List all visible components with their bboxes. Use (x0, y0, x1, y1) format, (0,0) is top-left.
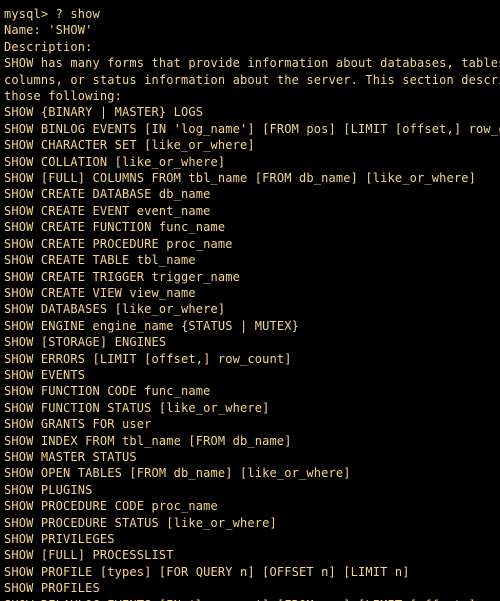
command-line-4: SHOW [FULL] COLUMNS FROM tbl_name [FROM … (4, 170, 496, 186)
terminal-output: mysql> ? showName: 'SHOW'Description:SHO… (0, 0, 500, 601)
command-line-14: SHOW [STORAGE] ENGINES (4, 334, 496, 350)
description-header: Description: (4, 39, 496, 55)
name-line: Name: 'SHOW' (4, 22, 496, 38)
command-line-2: SHOW CHARACTER SET [like_or_where] (4, 137, 496, 153)
command-line-8: SHOW CREATE PROCEDURE proc_name (4, 236, 496, 252)
description-line-0: SHOW has many forms that provide informa… (4, 55, 496, 71)
command-line-13: SHOW ENGINE engine_name {STATUS | MUTEX} (4, 318, 496, 334)
prompt-line: mysql> ? show (4, 6, 496, 22)
description-line-2: those following: (4, 88, 496, 104)
command-line-0: SHOW {BINARY | MASTER} LOGS (4, 104, 496, 120)
command-line-15: SHOW ERRORS [LIMIT [offset,] row_count] (4, 351, 496, 367)
command-line-9: SHOW CREATE TABLE tbl_name (4, 252, 496, 268)
command-line-1: SHOW BINLOG EVENTS [IN 'log_name'] [FROM… (4, 121, 496, 137)
command-line-23: SHOW PLUGINS (4, 482, 496, 498)
command-line-3: SHOW COLLATION [like_or_where] (4, 154, 496, 170)
command-line-17: SHOW FUNCTION CODE func_name (4, 383, 496, 399)
command-line-12: SHOW DATABASES [like_or_where] (4, 301, 496, 317)
command-line-7: SHOW CREATE FUNCTION func_name (4, 219, 496, 235)
command-line-11: SHOW CREATE VIEW view_name (4, 285, 496, 301)
command-line-30: SHOW RELAYLOG EVENTS [IN 'log_name'] [FR… (4, 597, 496, 601)
command-line-24: SHOW PROCEDURE CODE proc_name (4, 498, 496, 514)
command-line-22: SHOW OPEN TABLES [FROM db_name] [like_or… (4, 465, 496, 481)
command-line-29: SHOW PROFILES (4, 580, 496, 596)
command-line-6: SHOW CREATE EVENT event_name (4, 203, 496, 219)
command-line-28: SHOW PROFILE [types] [FOR QUERY n] [OFFS… (4, 564, 496, 580)
command-line-26: SHOW PRIVILEGES (4, 531, 496, 547)
command-line-21: SHOW MASTER STATUS (4, 449, 496, 465)
command-line-20: SHOW INDEX FROM tbl_name [FROM db_name] (4, 433, 496, 449)
command-line-27: SHOW [FULL] PROCESSLIST (4, 547, 496, 563)
command-line-10: SHOW CREATE TRIGGER trigger_name (4, 269, 496, 285)
command-line-5: SHOW CREATE DATABASE db_name (4, 186, 496, 202)
command-line-19: SHOW GRANTS FOR user (4, 416, 496, 432)
command-line-25: SHOW PROCEDURE STATUS [like_or_where] (4, 515, 496, 531)
command-line-18: SHOW FUNCTION STATUS [like_or_where] (4, 400, 496, 416)
description-line-1: columns, or status information about the… (4, 72, 496, 88)
command-line-16: SHOW EVENTS (4, 367, 496, 383)
